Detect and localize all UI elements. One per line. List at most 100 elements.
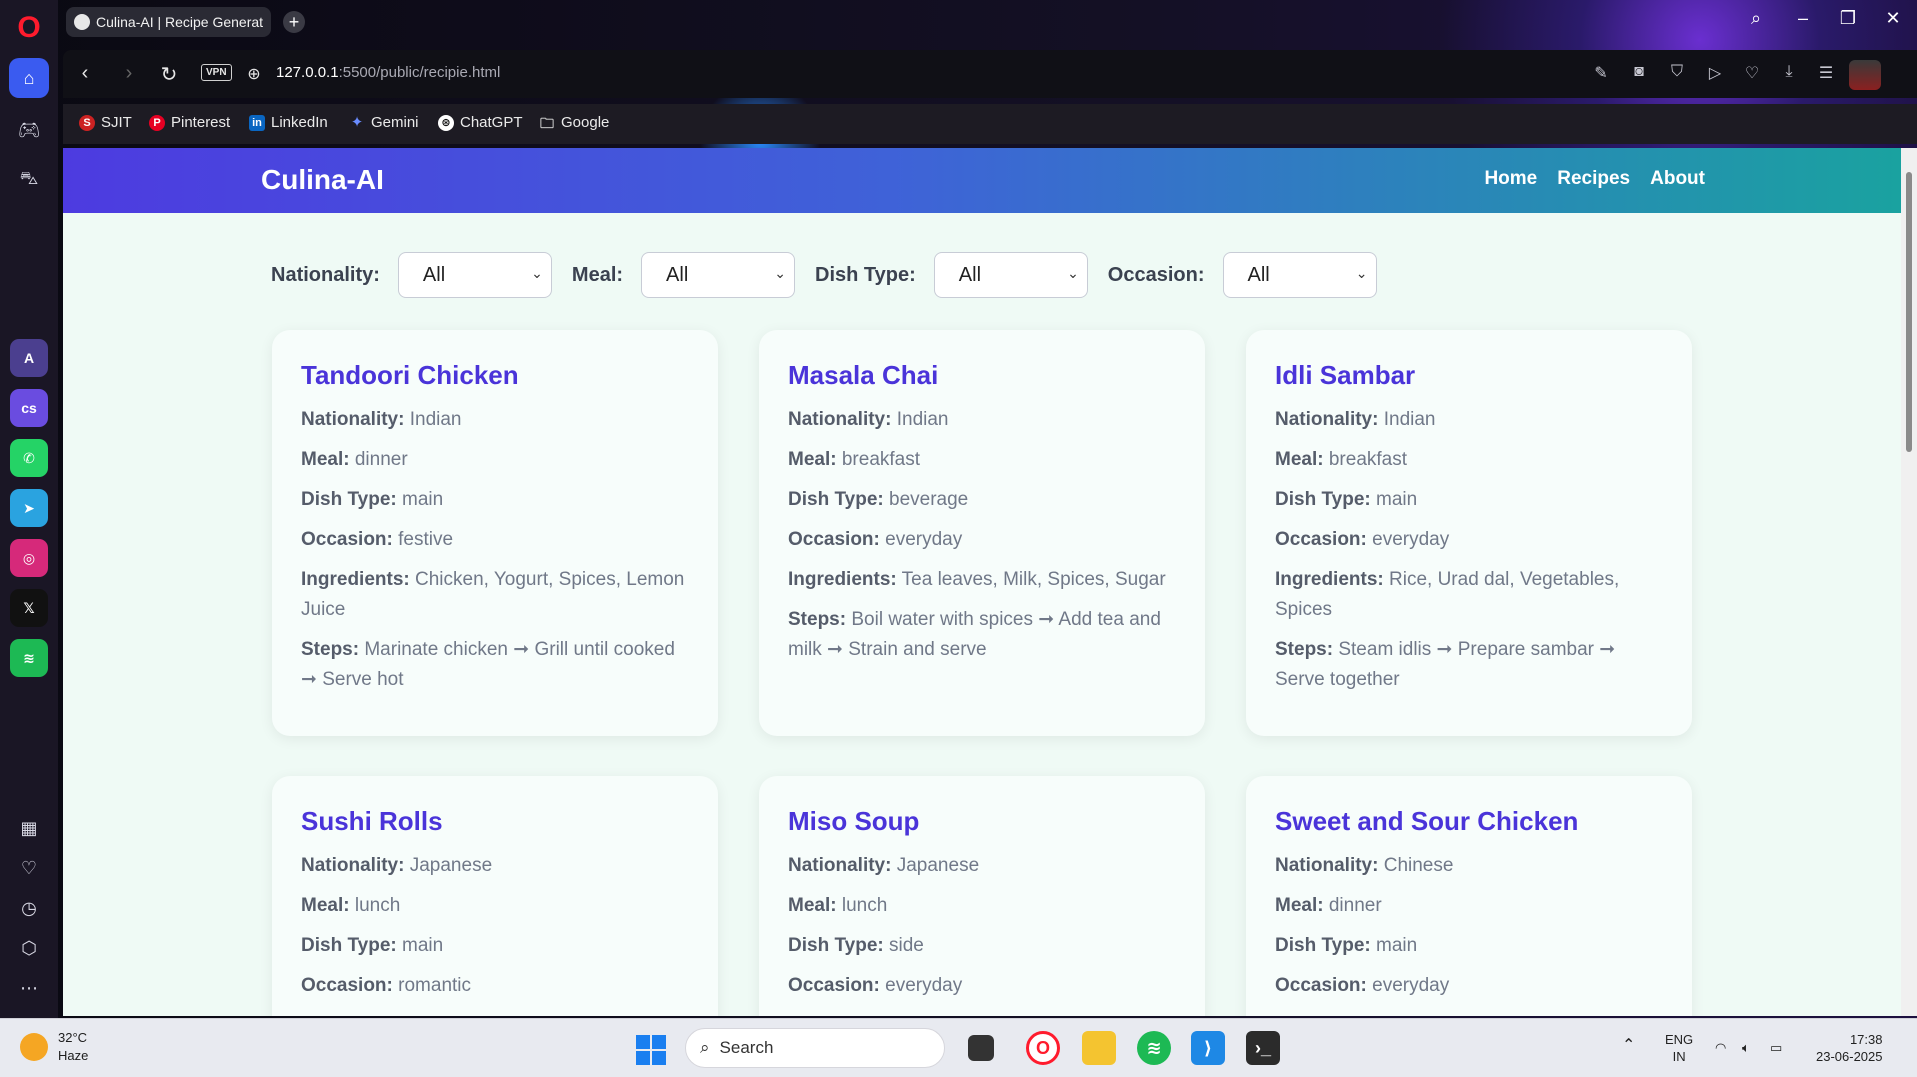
task-view-icon[interactable] (968, 1035, 994, 1061)
search-icon: ⌕ (700, 1038, 710, 1057)
chevron-up-icon[interactable]: ⌃ (1622, 1037, 1635, 1054)
select-value: All (422, 263, 446, 286)
nav-about-link[interactable]: About (1650, 168, 1705, 190)
recipe-nationality: Nationality: Indian (301, 409, 462, 430)
x-twitter-icon[interactable]: 𝕏 (10, 589, 48, 627)
recipe-occasion: Occasion: romantic (301, 975, 472, 996)
instagram-icon[interactable]: ◎ (10, 539, 48, 577)
vpn-badge[interactable]: VPN (201, 64, 232, 81)
site-info-icon[interactable]: ⊕ (242, 64, 266, 84)
back-icon[interactable]: ‹ (73, 62, 97, 85)
vscode-icon[interactable]: ⟩ (1191, 1031, 1225, 1065)
bookmark-google-folder[interactable]: 🗀 Google (539, 114, 609, 131)
download-icon[interactable]: ⤓ (1778, 63, 1800, 81)
bookmark-gemini[interactable]: ✦ Gemini (349, 114, 419, 131)
recipe-dish-type: Dish Type: main (1275, 935, 1418, 956)
profile-avatar[interactable] (1849, 60, 1881, 90)
recipe-title: Tandoori Chicken (301, 360, 519, 390)
wifi-icon[interactable]: ◠ (1715, 1039, 1726, 1056)
recipe-card[interactable]: Tandoori Chicken Nationality: Indian Mea… (272, 330, 718, 736)
menu-icon[interactable]: ☰ (1815, 63, 1837, 83)
telegram-icon[interactable]: ➤ (10, 489, 48, 527)
whatsapp-icon[interactable]: ✆ (10, 439, 48, 477)
clock[interactable]: 17:38 23-06-2025 (1816, 1031, 1883, 1065)
history-clock-icon[interactable]: ◷ (9, 888, 49, 928)
url-field[interactable]: 127.0.0.1:5500/public/recipie.html (276, 64, 500, 81)
search-tabs-icon[interactable]: ⌕ (1741, 8, 1771, 29)
volume-icon[interactable]: 🔈︎ (1742, 1039, 1750, 1056)
filter-label-dish-type: Dish Type: (815, 263, 916, 286)
shield-icon[interactable]: ⛉ (1666, 63, 1688, 81)
bookmark-label: Google (561, 114, 610, 131)
bookmark-linkedin[interactable]: in LinkedIn (249, 114, 328, 131)
recipe-steps: Steps: Steam idlis ➞ Prepare sambar ➞ Se… (1275, 639, 1616, 690)
home-icon[interactable]: ⌂ (9, 58, 49, 98)
battery-icon[interactable]: ▭ (1770, 1039, 1782, 1056)
aria-icon[interactable]: A (10, 339, 48, 377)
select-value: All (1247, 263, 1270, 286)
bookmark-pinterest[interactable]: P Pinterest (149, 114, 230, 131)
windows-start-icon[interactable] (636, 1035, 666, 1065)
more-dots-icon[interactable]: ⋯ (9, 968, 49, 1008)
weather-widget[interactable]: 32°C Haze (20, 1029, 88, 1065)
filter-bar: Nationality: All ⌄ Meal: All ⌄ Dish Type: … (271, 252, 1397, 298)
recipe-ingredients: Ingredients: Tea leaves, Milk, Spices, S… (788, 569, 1166, 590)
opera-taskbar-icon[interactable]: O (1026, 1031, 1060, 1065)
occasion-select[interactable]: All ⌄ (1222, 252, 1377, 298)
active-tab[interactable]: Culina-AI | Recipe Generat (66, 7, 271, 37)
extensions-grid-icon[interactable]: ▦ (9, 808, 49, 848)
recipe-card[interactable]: Sweet and Sour Chicken Nationality: Chin… (1246, 776, 1692, 1016)
tab-title: Culina-AI | Recipe Generat (96, 14, 264, 30)
meal-select[interactable]: All ⌄ (641, 252, 796, 298)
recipe-title: Idli Sambar (1275, 360, 1416, 390)
bookmark-label: SJIT (101, 114, 132, 131)
bookmark-sjit[interactable]: S SJIT (79, 114, 132, 131)
recipe-meal: Meal: lunch (301, 895, 401, 916)
sjit-icon: S (79, 114, 95, 131)
url-path: :5500/public/recipie.html (338, 64, 501, 81)
recipe-meal: Meal: breakfast (788, 449, 921, 470)
recipe-meal: Meal: breakfast (1275, 449, 1408, 470)
nationality-select[interactable]: All ⌄ (397, 252, 552, 298)
taskbar: 32°C Haze ⌕ Search O ≋ ⟩ ›_ ⌃ ENG IN ◠ 🔈… (0, 1018, 1917, 1077)
recipe-card[interactable]: Miso Soup Nationality: Japanese Meal: lu… (759, 776, 1205, 1016)
camera-icon[interactable]: ◙ (1628, 63, 1650, 81)
nav-home-link[interactable]: Home (1484, 168, 1537, 190)
heart-icon[interactable]: ♡ (1741, 63, 1763, 83)
restore-icon[interactable]: ❐ (1833, 8, 1863, 29)
car-icon[interactable]: ⛍ (9, 160, 49, 200)
minimize-icon[interactable]: – (1788, 8, 1818, 29)
language-indicator[interactable]: ENG IN (1665, 1031, 1693, 1065)
heart-icon[interactable]: ♡ (9, 848, 49, 888)
weather-temp: 32°C (58, 1030, 88, 1045)
game-controller-icon[interactable]: 🎮︎ (9, 110, 49, 150)
file-explorer-icon[interactable] (1082, 1031, 1116, 1065)
favicon-icon (74, 14, 90, 30)
page-scrollbar[interactable] (1901, 148, 1917, 1016)
dish-type-select[interactable]: All ⌄ (933, 252, 1088, 298)
filter-label-meal: Meal: (571, 263, 624, 286)
new-tab-button[interactable]: + (283, 11, 305, 33)
linkedin-icon: in (249, 114, 265, 131)
reload-icon[interactable]: ↻ (157, 62, 181, 87)
opera-logo-icon[interactable]: O (9, 8, 49, 48)
bookmark-chatgpt[interactable]: ⊛ ChatGPT (438, 114, 523, 131)
filter-label-occasion: Occasion: (1107, 263, 1205, 286)
spotify-taskbar-icon[interactable]: ≋ (1137, 1031, 1171, 1065)
taskbar-search[interactable]: ⌕ Search (685, 1028, 945, 1068)
site-brand[interactable]: Culina-AI (261, 164, 384, 196)
scrollbar-thumb[interactable] (1906, 172, 1912, 452)
recipe-card[interactable]: Masala Chai Nationality: Indian Meal: br… (759, 330, 1205, 736)
forward-icon[interactable]: › (117, 62, 141, 85)
cs-icon[interactable]: cs (10, 389, 48, 427)
edit-icon[interactable]: ✎ (1590, 63, 1612, 83)
recipe-card[interactable]: Idli Sambar Nationality: Indian Meal: br… (1246, 330, 1692, 736)
spotify-icon[interactable]: ≋ (10, 639, 48, 677)
nav-recipes-link[interactable]: Recipes (1557, 168, 1630, 190)
terminal-icon[interactable]: ›_ (1246, 1031, 1280, 1065)
url-host: 127.0.0.1 (276, 64, 339, 81)
close-icon[interactable]: ✕ (1878, 8, 1908, 29)
recipe-card[interactable]: Sushi Rolls Nationality: Japanese Meal: … (272, 776, 718, 1016)
play-icon[interactable]: ▷ (1704, 63, 1726, 83)
cube-icon[interactable]: ⬡ (9, 928, 49, 968)
